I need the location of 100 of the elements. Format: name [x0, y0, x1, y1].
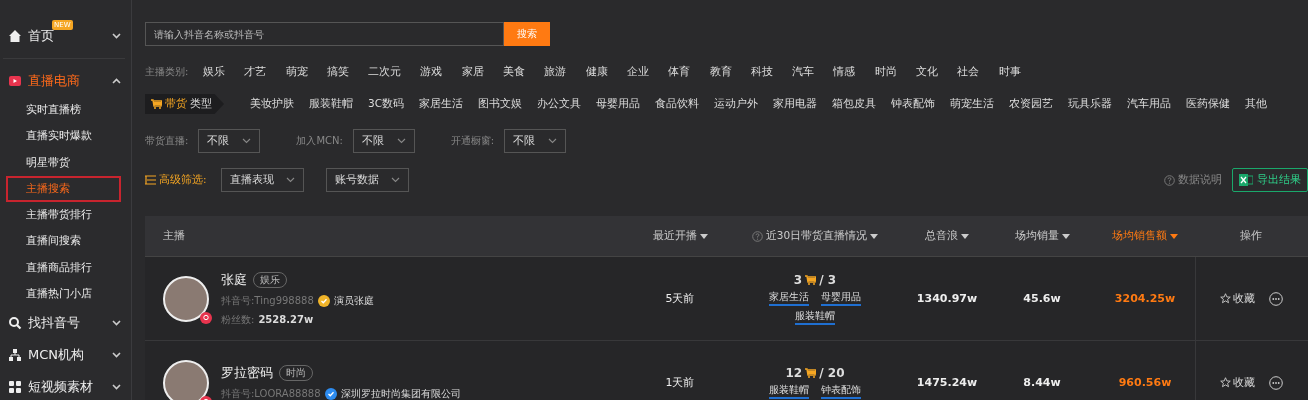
gifts-cell-text: 1475.24w	[915, 376, 979, 389]
goods-category-link[interactable]: 服装鞋帽	[769, 383, 809, 399]
filter-dropdown[interactable]: 账号数据	[325, 168, 409, 192]
column-header: 操作	[1239, 229, 1263, 243]
sidebar-section[interactable]: 直播电商	[0, 65, 131, 97]
filter-dropdown[interactable]: 不限	[198, 129, 261, 153]
goods-option[interactable]: 办公文具	[537, 97, 581, 111]
more-icon[interactable]	[1269, 375, 1283, 390]
sort-caret-icon[interactable]	[1170, 233, 1178, 239]
sort-caret-icon[interactable]	[1061, 233, 1070, 239]
chevron-icon	[112, 78, 121, 84]
favorite-button[interactable]: 收藏	[1220, 375, 1255, 390]
column-header[interactable]: 场均销售额	[1095, 229, 1195, 243]
douyin-id: 抖音号:Ting998888	[221, 293, 314, 308]
sidebar-item[interactable]: 直播实时爆款	[6, 123, 121, 150]
category-option[interactable]: 情感	[833, 65, 856, 79]
category-option[interactable]: 健康	[585, 65, 608, 79]
sidebar-item[interactable]: 主播带货排行	[6, 202, 121, 229]
search-field[interactable]: 请输入抖音名称或抖音号	[145, 22, 504, 46]
live-badge-icon	[200, 311, 212, 324]
filter-dropdown[interactable]: 不限	[352, 129, 415, 153]
live-total: / 3	[819, 272, 837, 287]
goods-option[interactable]: 母婴用品	[596, 97, 640, 111]
sidebar-item[interactable]: 实时直播榜	[6, 97, 121, 124]
chevron-icon	[548, 138, 558, 144]
goods-option[interactable]: 美妆护肤	[250, 97, 294, 111]
filter-dropdown[interactable]: 直播表现	[220, 168, 304, 192]
category-option[interactable]: 企业	[626, 65, 649, 79]
cart-icon	[805, 274, 817, 285]
anchor-name[interactable]: 张庭	[221, 270, 247, 289]
category-option[interactable]: 萌宠	[285, 65, 308, 79]
goods-option[interactable]: 农资园艺	[1009, 97, 1053, 111]
anchor-name[interactable]: 罗拉密码	[221, 364, 273, 382]
sidebar-section[interactable]: 找抖音号	[0, 307, 131, 340]
goods-option[interactable]: 汽车用品	[1127, 97, 1171, 111]
goods-option[interactable]: 家用电器	[773, 97, 817, 111]
avatar-placeholder	[163, 359, 209, 400]
goods-option[interactable]: 图书文娱	[478, 97, 522, 111]
goods-option[interactable]: 3C数码	[368, 97, 404, 111]
sidebar-section[interactable]: 短视频素材	[0, 371, 131, 400]
goods-option[interactable]: 食品饮料	[655, 97, 699, 111]
sort-caret-icon[interactable]	[699, 233, 708, 239]
column-header[interactable]: 最近开播	[635, 229, 725, 243]
data-help-link[interactable]: 数据说明	[1164, 173, 1222, 187]
filter-label: 主播类别:	[145, 65, 190, 79]
goods-option[interactable]: 医药保健	[1186, 97, 1230, 111]
category-option[interactable]: 美食	[503, 65, 526, 79]
goods-category-link[interactable]: 钟表配饰	[821, 383, 861, 399]
goods-option[interactable]: 家居生活	[419, 97, 463, 111]
category-option[interactable]: 体育	[668, 65, 691, 79]
category-option[interactable]: 文化	[916, 65, 939, 79]
goods-option[interactable]: 钟表配饰	[891, 97, 935, 111]
filter-dropdown[interactable]: 不限	[504, 129, 567, 153]
category-option[interactable]: 家居	[461, 65, 484, 79]
recent-live-cell-text: 1天前	[664, 375, 696, 390]
category-option[interactable]: 才艺	[244, 65, 267, 79]
category-option[interactable]: 教育	[709, 65, 732, 79]
recent-live-cell-text: 5天前	[664, 291, 696, 306]
help-icon[interactable]	[1164, 174, 1175, 186]
export-button[interactable]: 导出结果	[1232, 168, 1308, 192]
section-icon	[8, 29, 22, 43]
goods-option[interactable]: 箱包皮具	[832, 97, 876, 111]
sort-caret-icon[interactable]	[961, 233, 969, 239]
goods-option[interactable]: 萌宠生活	[950, 97, 994, 111]
sidebar-item[interactable]: 直播商品排行	[6, 254, 121, 282]
category-option[interactable]: 时事	[998, 65, 1021, 79]
sort-caret-icon[interactable]	[870, 233, 879, 239]
column-header[interactable]: 场均销量	[989, 229, 1095, 243]
goods-option[interactable]: 服装鞋帽	[309, 97, 353, 111]
favorite-button[interactable]: 收藏	[1220, 291, 1255, 306]
avg-sales-cell-text: 8.44w	[1022, 376, 1062, 389]
chevron-icon	[242, 138, 252, 144]
more-icon[interactable]	[1269, 291, 1283, 306]
category-option[interactable]: 旅游	[544, 65, 567, 79]
category-option[interactable]: 社会	[957, 65, 980, 79]
category-option[interactable]: 汽车	[792, 65, 815, 79]
filter-label: 开通橱窗:	[450, 134, 495, 148]
sidebar-item[interactable]: 直播热门小店	[6, 281, 121, 308]
goods-category-link[interactable]: 服装鞋帽	[795, 308, 835, 325]
column-header[interactable]: 近30日带货直播情况	[725, 229, 905, 243]
sidebar-item[interactable]: 明星带货	[6, 149, 121, 176]
goods-option[interactable]: 其他	[1245, 97, 1267, 111]
category-option[interactable]: 搞笑	[326, 65, 349, 79]
goods-category-link[interactable]: 母婴用品	[821, 289, 861, 306]
category-option[interactable]: 二次元	[368, 65, 402, 79]
column-header[interactable]: 总音浪	[905, 229, 989, 243]
star-icon	[1220, 293, 1231, 304]
category-option[interactable]: 科技	[750, 65, 773, 79]
sidebar-section[interactable]: MCN机构	[0, 339, 131, 372]
goods-option[interactable]: 玩具乐器	[1068, 97, 1112, 111]
sidebar-item[interactable]: 主播搜索	[6, 175, 121, 203]
sidebar-item[interactable]: 直播间搜索	[6, 228, 121, 255]
fans-label: 粉丝数:	[221, 312, 255, 327]
goods-option[interactable]: 运动户外	[714, 97, 758, 111]
filter-icon	[145, 175, 156, 185]
category-option[interactable]: 游戏	[420, 65, 443, 79]
category-option[interactable]: 时尚	[874, 65, 897, 79]
category-option[interactable]: 娱乐	[203, 65, 225, 79]
avg-sales-cell-text: 45.6w	[1022, 292, 1062, 305]
goods-category-link[interactable]: 家居生活	[769, 289, 809, 306]
